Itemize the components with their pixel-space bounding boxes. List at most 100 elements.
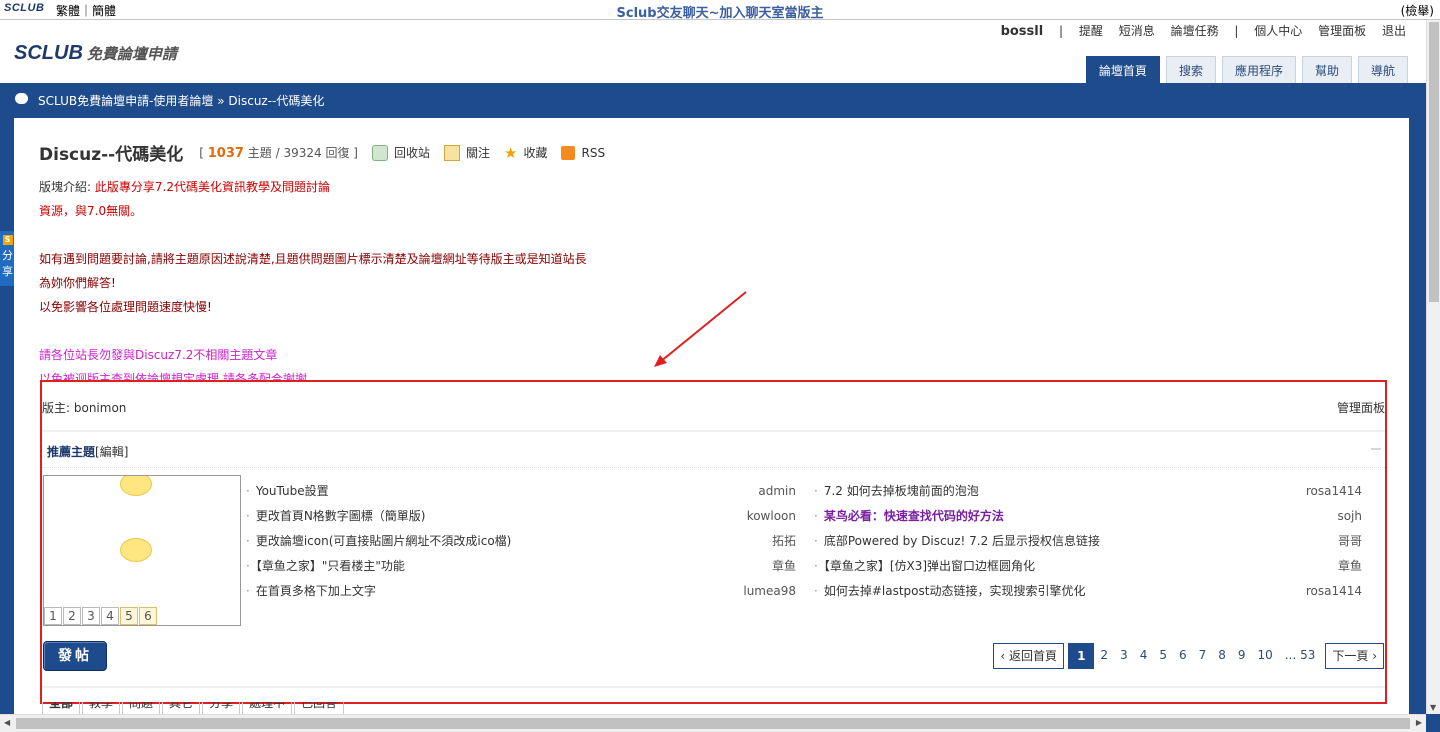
back-to-home-button[interactable]: ‹ 返回首頁 xyxy=(993,643,1065,669)
page-link[interactable]: 3 xyxy=(1114,643,1134,667)
page-link-current[interactable]: 1 xyxy=(1068,643,1095,669)
follow-link[interactable]: 關注 xyxy=(444,144,490,161)
page-link[interactable]: 10 xyxy=(1251,643,1279,667)
thread-title[interactable]: 更改首頁N格數字圖標（簡單版) xyxy=(256,509,426,523)
thread-title[interactable]: 如何去掉#lastpost动态链接，实现搜索引擎优化 xyxy=(824,584,1086,598)
report-link[interactable]: (檢舉) xyxy=(1401,2,1434,19)
nav-reminder[interactable]: 提醒 xyxy=(1079,24,1103,38)
slide-page[interactable]: 5 xyxy=(120,607,138,625)
list-item[interactable]: · 某鸟必看：快速查找代码的好方法 sojh xyxy=(814,504,1362,529)
rss-label: RSS xyxy=(581,145,606,160)
slide-page[interactable]: 4 xyxy=(101,607,119,625)
breadcrumb[interactable]: SCLUB免費論壇申請-使用者論壇 » Discuz--代碼美化 xyxy=(38,92,324,109)
list-item[interactable]: · 7.2 如何去掉板塊前面的泡泡 rosa1414 xyxy=(814,479,1362,504)
tab-forum-home[interactable]: 論壇首頁 xyxy=(1085,56,1160,84)
page-link-last[interactable]: ... 53 xyxy=(1278,643,1322,667)
page-link[interactable]: 7 xyxy=(1192,643,1213,667)
page-link[interactable]: 2 xyxy=(1094,643,1115,667)
thread-title[interactable]: 在首頁多格下加上文字 xyxy=(256,584,376,598)
page-link[interactable]: 9 xyxy=(1231,643,1252,667)
type-tab-tutorial[interactable]: 教學 xyxy=(82,702,121,714)
thread-title[interactable]: 底部Powered by Discuz! 7.2 后显示授权信息链接 xyxy=(824,534,1100,548)
favorite-link[interactable]: ★ 收藏 xyxy=(504,144,547,162)
thread-author[interactable]: admin xyxy=(758,479,796,504)
slide-page[interactable]: 1 xyxy=(44,607,62,625)
thread-author[interactable]: rosa1414 xyxy=(1306,579,1362,604)
list-item[interactable]: · YouTube設置 admin xyxy=(246,479,796,504)
list-item[interactable]: · 【章鱼之家】"只看楼主"功能 章鱼 xyxy=(246,554,796,579)
tab-apps[interactable]: 應用程序 xyxy=(1221,56,1296,84)
site-logo[interactable]: SCLUB 免費論壇申請 xyxy=(14,42,177,65)
rss-link[interactable]: RSS xyxy=(561,145,606,160)
nav-messages[interactable]: 短消息 xyxy=(1119,24,1155,38)
bullet-icon: · xyxy=(246,484,250,498)
new-post-button[interactable]: 發帖 xyxy=(43,641,107,671)
site-title-link[interactable]: Sclub交友聊天~加入聊天室當版主 xyxy=(0,2,1440,21)
nav-tasks[interactable]: 論壇任務 xyxy=(1171,24,1219,38)
collapse-icon[interactable] xyxy=(1371,448,1381,450)
share-side-tab[interactable]: S 分享 xyxy=(0,231,15,286)
thread-author[interactable]: 章鱼 xyxy=(1338,554,1362,579)
tab-search[interactable]: 搜索 xyxy=(1165,56,1216,84)
divider xyxy=(42,686,1385,688)
intro-line: 以免影響各位處理問題速度快慢! xyxy=(39,300,212,314)
page-link[interactable]: 5 xyxy=(1153,643,1173,667)
horizontal-scroll-thumb[interactable] xyxy=(16,718,1410,729)
user-nav: bossll | 提醒 短消息 論壇任務 | 個人中心 管理面板 退出 xyxy=(989,22,1406,39)
edit-recommended-link[interactable]: [編輯] xyxy=(95,445,128,459)
forum-intro: 版塊介紹: 此版專分享7.2代碼美化資訊教學及問題討論 資源，與7.0無關。 如… xyxy=(39,175,587,391)
page-link[interactable]: 4 xyxy=(1133,643,1154,667)
bullet-icon: · xyxy=(246,509,250,523)
slide-page[interactable]: 2 xyxy=(63,607,81,625)
vertical-scroll-thumb[interactable] xyxy=(1429,22,1439,302)
type-tab-processing[interactable]: 處理中 xyxy=(242,702,293,714)
tab-navigation[interactable]: 導航 xyxy=(1357,56,1408,84)
scroll-left-arrow-icon[interactable]: ◀ xyxy=(4,718,10,727)
list-item[interactable]: · 底部Powered by Discuz! 7.2 后显示授权信息链接 哥哥 xyxy=(814,529,1362,554)
thread-author[interactable]: kowloon xyxy=(747,504,796,529)
list-item[interactable]: · 更改論壇icon(可直接貼圖片網址不須改成ico檔) 拓拓 xyxy=(246,529,796,554)
scroll-right-arrow-icon[interactable]: ▶ xyxy=(1416,718,1422,727)
type-tab-share[interactable]: 分享 xyxy=(202,702,241,714)
thread-author[interactable]: 章鱼 xyxy=(772,554,796,579)
thread-title[interactable]: YouTube設置 xyxy=(256,484,329,498)
thread-title[interactable]: 【章鱼之家】"只看楼主"功能 xyxy=(256,559,405,573)
type-tab-all[interactable]: 全部 xyxy=(42,702,81,714)
thread-title[interactable]: 某鸟必看：快速查找代码的好方法 xyxy=(824,509,1004,523)
type-tab-other[interactable]: 其它 xyxy=(162,702,201,714)
vertical-scrollbar[interactable]: ▼ xyxy=(1426,20,1440,714)
list-item[interactable]: · 更改首頁N格數字圖標（簡單版) kowloon xyxy=(246,504,796,529)
slide-page[interactable]: 3 xyxy=(82,607,100,625)
list-item[interactable]: · 如何去掉#lastpost动态链接，实现搜索引擎优化 rosa1414 xyxy=(814,579,1362,604)
divider xyxy=(42,467,1385,468)
type-tab-question[interactable]: 問題 xyxy=(122,702,161,714)
username-link[interactable]: bossll xyxy=(1001,24,1044,39)
image-slideshow[interactable]: 1 2 3 4 5 6 xyxy=(43,475,241,626)
pagination: ‹ 返回首頁 1 2 3 4 5 6 7 8 9 10 ... 53 下一頁 › xyxy=(989,643,1384,669)
next-page-button[interactable]: 下一頁 › xyxy=(1325,643,1384,669)
thread-author[interactable]: 拓拓 xyxy=(772,529,796,554)
page-link[interactable]: 6 xyxy=(1172,643,1193,667)
share-label: 分享 xyxy=(2,249,13,278)
thread-author[interactable]: rosa1414 xyxy=(1306,479,1362,504)
manage-panel-link[interactable]: 管理面板 xyxy=(1337,399,1385,416)
scroll-down-arrow-icon[interactable]: ▼ xyxy=(1430,703,1436,712)
thread-author[interactable]: lumea98 xyxy=(743,579,796,604)
list-item[interactable]: · 在首頁多格下加上文字 lumea98 xyxy=(246,579,796,604)
thread-title[interactable]: 7.2 如何去掉板塊前面的泡泡 xyxy=(824,484,979,498)
type-tab-answered[interactable]: 已回答 xyxy=(294,702,345,714)
nav-admin-panel[interactable]: 管理面板 xyxy=(1318,24,1366,38)
recycle-bin-link[interactable]: 回收站 xyxy=(371,144,430,161)
page-link[interactable]: 8 xyxy=(1212,643,1232,667)
horizontal-scrollbar[interactable]: ◀ ▶ xyxy=(0,714,1426,732)
list-item[interactable]: · 【章鱼之家】[仿X3]弹出窗口边框圆角化 章鱼 xyxy=(814,554,1362,579)
thread-title[interactable]: 更改論壇icon(可直接貼圖片網址不須改成ico檔) xyxy=(256,534,512,548)
tab-help[interactable]: 幫助 xyxy=(1301,56,1352,84)
recycle-label: 回收站 xyxy=(393,146,430,160)
thread-title[interactable]: 【章鱼之家】[仿X3]弹出窗口边框圆角化 xyxy=(824,559,1035,573)
nav-profile[interactable]: 個人中心 xyxy=(1254,24,1302,38)
thread-author[interactable]: 哥哥 xyxy=(1338,529,1362,554)
nav-logout[interactable]: 退出 xyxy=(1382,24,1406,38)
slide-page[interactable]: 6 xyxy=(139,607,157,625)
thread-author[interactable]: sojh xyxy=(1337,504,1362,529)
